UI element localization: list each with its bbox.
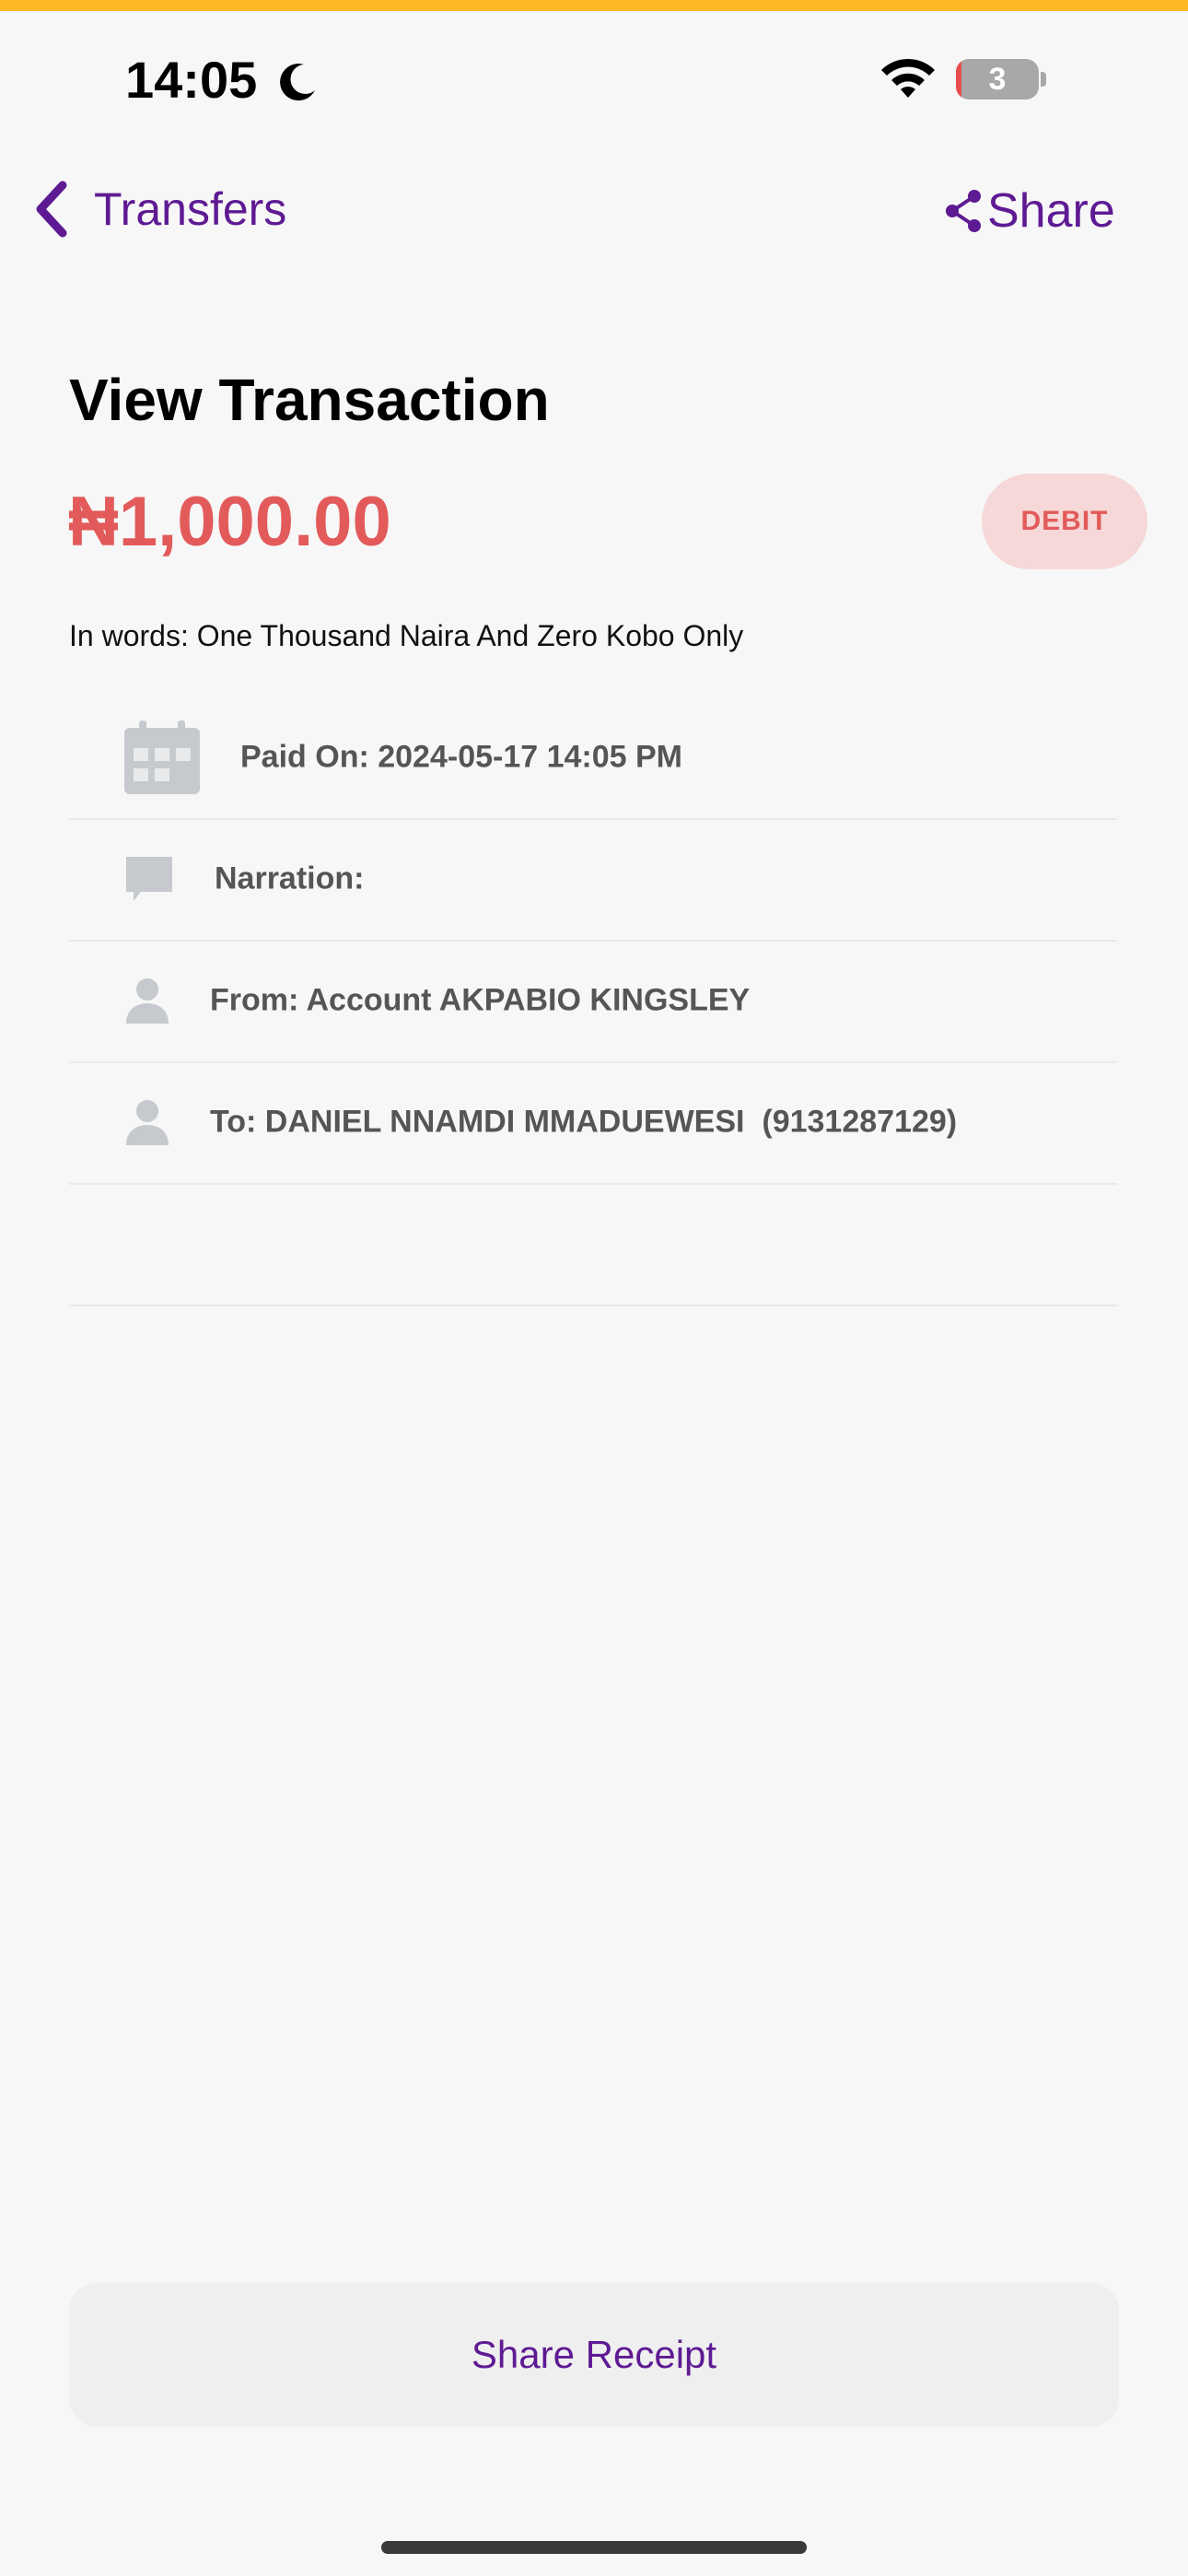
moon-icon xyxy=(280,64,315,101)
home-indicator xyxy=(381,2541,807,2554)
share-button-label: Share xyxy=(987,184,1115,238)
empty-row xyxy=(69,1183,1117,1306)
battery-cap xyxy=(1041,72,1046,87)
wifi-icon xyxy=(881,58,935,98)
transaction-type-badge: DEBIT xyxy=(982,474,1147,569)
from-row: From: Account AKPABIO KINGSLEY xyxy=(69,940,1117,1063)
chevron-left-icon xyxy=(36,181,67,238)
narration-text: Narration: xyxy=(215,861,365,896)
share-icon xyxy=(946,190,981,232)
battery-indicator: 3 xyxy=(956,59,1039,100)
back-button[interactable]: Transfers xyxy=(33,175,286,243)
calendar-icon xyxy=(124,720,200,794)
to-text: To: DANIEL NNAMDI MMADUEWESI (9131287129… xyxy=(210,1104,958,1140)
narration-row: Narration: xyxy=(69,818,1117,942)
transaction-screen: 14:05 3 Transfers Share View Transaction… xyxy=(0,0,1188,2576)
chat-bubble-icon xyxy=(126,857,172,901)
transaction-amount: ₦1,000.00 xyxy=(68,483,391,561)
amount-in-words: In words: One Thousand Naira And Zero Ko… xyxy=(69,619,744,652)
share-receipt-button[interactable]: Share Receipt xyxy=(69,2283,1119,2427)
status-time: 14:05 xyxy=(125,51,258,109)
battery-level: 3 xyxy=(988,62,1007,97)
paid-on-row: Paid On: 2024-05-17 14:05 PM xyxy=(69,697,1117,820)
person-icon xyxy=(126,1100,169,1145)
back-button-label: Transfers xyxy=(94,183,287,235)
top-accent-stripe xyxy=(0,0,1188,11)
page-title: View Transaction xyxy=(69,367,550,433)
paid-on-text: Paid On: 2024-05-17 14:05 PM xyxy=(240,739,683,775)
person-icon xyxy=(126,978,169,1024)
from-text: From: Account AKPABIO KINGSLEY xyxy=(210,982,751,1018)
share-button[interactable]: Share xyxy=(941,177,1115,245)
to-row: To: DANIEL NNAMDI MMADUEWESI (9131287129… xyxy=(69,1061,1117,1185)
